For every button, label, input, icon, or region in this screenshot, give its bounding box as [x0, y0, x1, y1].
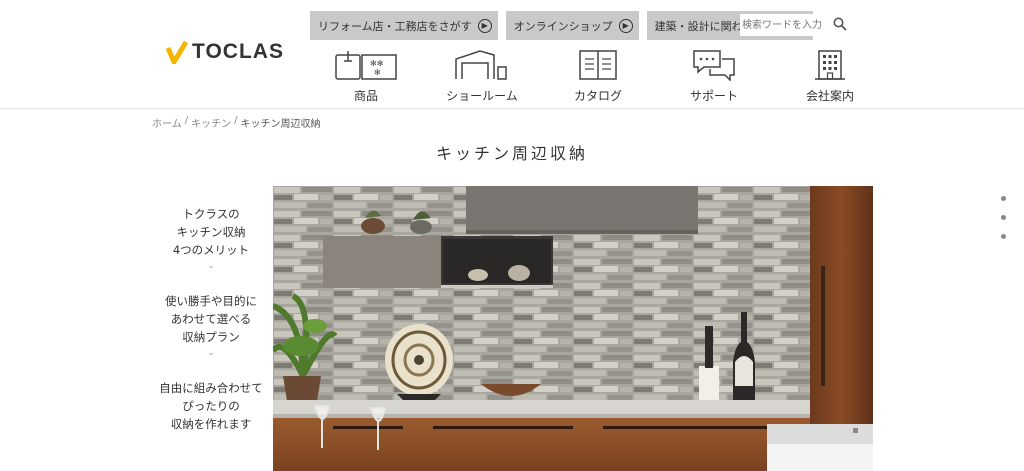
- toclas-logo[interactable]: TOCLAS: [166, 40, 284, 64]
- main-nav: ✻✻ ✻ 商品 ショールーム カタログ サポート 会社案内: [308, 49, 888, 104]
- chevron-down-icon: ⌄: [207, 348, 215, 358]
- find-reform-shop-link[interactable]: リフォーム店・工務店をさがす ▶: [310, 11, 498, 40]
- arrow-right-icon: ▶: [477, 18, 492, 33]
- search-icon[interactable]: [833, 16, 847, 35]
- kitchen-hero-image: [273, 186, 873, 471]
- side-menu-item-merits[interactable]: トクラスの キッチン収納 4つのメリット ⌄: [150, 205, 272, 272]
- breadcrumb-separator: /: [234, 115, 238, 126]
- logo-text: TOCLAS: [192, 40, 284, 63]
- top-links: リフォーム店・工務店をさがす ▶ オンラインショップ ▶ 建築・設計に関わる方向…: [310, 11, 813, 40]
- search-input[interactable]: [740, 14, 825, 36]
- pager-dot[interactable]: [1001, 196, 1006, 201]
- breadcrumb-kitchen[interactable]: キッチン: [191, 115, 231, 130]
- arrow-right-icon: ▶: [618, 18, 633, 33]
- products-icon: ✻✻ ✻: [334, 49, 398, 81]
- nav-company[interactable]: 会社案内: [772, 49, 888, 104]
- company-icon: [815, 49, 845, 81]
- site-header: TOCLAS リフォーム店・工務店をさがす ▶ オンラインショップ ▶ 建築・設…: [0, 0, 1024, 109]
- nav-catalog[interactable]: カタログ: [540, 49, 656, 104]
- breadcrumb-separator: /: [184, 115, 189, 126]
- nav-support[interactable]: サポート: [656, 49, 772, 104]
- nav-showroom[interactable]: ショールーム: [424, 49, 540, 104]
- pager-dot[interactable]: [1001, 215, 1006, 220]
- chevron-down-icon: ⌄: [207, 261, 215, 271]
- online-shop-link[interactable]: オンラインショップ ▶: [505, 11, 639, 40]
- page-title: キッチン周辺収納: [435, 144, 588, 163]
- breadcrumb-current: キッチン周辺収納: [240, 119, 321, 130]
- breadcrumb-home[interactable]: ホーム: [152, 115, 182, 130]
- search-box: [740, 14, 855, 36]
- showroom-icon: [454, 49, 510, 81]
- side-menu-item-plans[interactable]: 使い勝手や目的に あわせて選べる 収納プラン ⌄: [150, 292, 272, 359]
- logo-check-icon: [166, 40, 188, 64]
- breadcrumb: ホーム / キッチン / キッチン周辺収納: [152, 115, 320, 130]
- catalog-icon: [578, 49, 618, 81]
- pager-dot[interactable]: [1001, 234, 1006, 239]
- side-menu: トクラスの キッチン収納 4つのメリット ⌄ 使い勝手や目的に あわせて選べる …: [150, 205, 272, 453]
- side-menu-item-combination[interactable]: 自由に組み合わせて ぴったりの 収納を作れます: [150, 379, 272, 433]
- section-pager: [1001, 196, 1006, 239]
- nav-products[interactable]: ✻✻ ✻ 商品: [308, 49, 424, 104]
- svg-text:✻✻: ✻✻: [370, 59, 384, 68]
- svg-text:✻: ✻: [374, 68, 381, 77]
- support-icon: [692, 49, 736, 81]
